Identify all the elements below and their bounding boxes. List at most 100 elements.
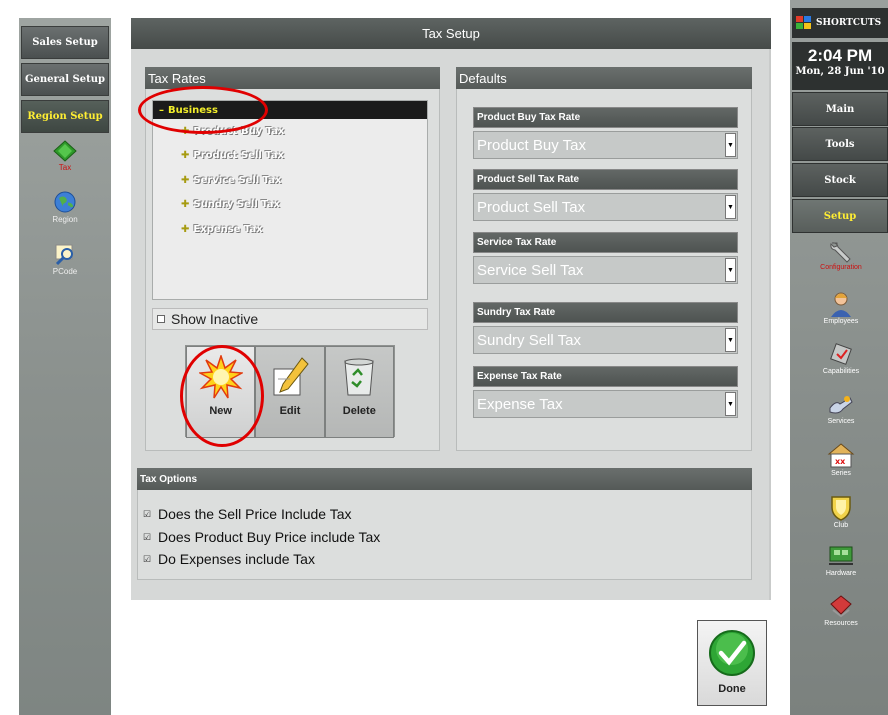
edit-button-label: Edit xyxy=(279,405,301,417)
select-value: Sundry Sell Tax xyxy=(477,331,581,349)
expense-tax-rate-select[interactable]: Expense Tax ▼ xyxy=(473,390,738,418)
services-label: Services xyxy=(827,418,855,425)
product-buy-tax-rate-select[interactable]: Product Buy Tax ▼ xyxy=(473,131,738,159)
tree-item[interactable]: ✚ Sundry Sell Tax xyxy=(153,193,427,218)
plus-icon: ✚ xyxy=(181,223,190,235)
club-item[interactable]: Club xyxy=(816,494,866,529)
tax-rates-tree[interactable]: – Business ✚ Product Buy Tax ✚ Product Sel… xyxy=(152,100,428,300)
services-item[interactable]: Services xyxy=(816,392,866,425)
chevron-down-icon[interactable]: ▼ xyxy=(725,258,736,282)
setup-button[interactable]: Setup xyxy=(792,199,888,233)
plus-icon: ✚ xyxy=(181,125,190,137)
option-label: Does the Sell Price Include Tax xyxy=(158,506,352,522)
sales-setup-button[interactable]: Sales Setup xyxy=(21,26,109,59)
pcode-icon xyxy=(55,244,73,266)
collapse-marker[interactable]: – xyxy=(159,105,164,116)
tree-item-label: Product Buy Tax xyxy=(193,125,285,137)
region-nav-label: Region xyxy=(52,215,78,224)
chevron-down-icon[interactable]: ▼ xyxy=(725,133,736,157)
tree-item-label: Service Sell Tax xyxy=(193,174,282,186)
tree-root-business[interactable]: – Business xyxy=(153,101,427,119)
tree-item[interactable]: ✚ Service Sell Tax xyxy=(153,168,427,193)
new-button-label: New xyxy=(209,405,232,417)
main-button[interactable]: Main xyxy=(792,92,888,126)
tree-item[interactable]: ✚ Product Sell Tax xyxy=(153,144,427,169)
capabilities-item[interactable]: Capabilities xyxy=(816,340,866,375)
general-setup-button[interactable]: General Setup xyxy=(21,63,109,96)
globe-icon xyxy=(54,191,76,213)
resources-label: Resources xyxy=(824,620,858,627)
tree-item[interactable]: ✚ Product Buy Tax xyxy=(153,119,427,144)
select-value: Product Buy Tax xyxy=(477,136,586,154)
product-sell-tax-rate-label: Product Sell Tax Rate xyxy=(473,169,738,190)
stock-button[interactable]: Stock xyxy=(792,163,888,197)
checkbox-checked[interactable]: ☑ xyxy=(143,554,152,564)
tree-item[interactable]: ✚ Expense Tax xyxy=(153,217,427,242)
plus-icon: ✚ xyxy=(181,199,190,211)
service-tax-rate-select[interactable]: Service Sell Tax ▼ xyxy=(473,256,738,284)
option-buy-price-includes-tax[interactable]: ☑ Does Product Buy Price include Tax xyxy=(143,529,380,545)
shortcuts-label: SHORTCUTS xyxy=(816,18,882,28)
chevron-down-icon[interactable]: ▼ xyxy=(725,195,736,219)
checkbox-checked[interactable]: ☑ xyxy=(143,532,152,542)
starburst-icon xyxy=(198,355,243,399)
configuration-label: Configuration xyxy=(820,264,862,271)
series-icon: xx xyxy=(827,443,855,468)
edit-button[interactable]: Edit xyxy=(255,346,325,438)
tools-button[interactable]: Tools xyxy=(792,127,888,161)
plus-icon: ✚ xyxy=(181,174,190,186)
shortcuts-header[interactable]: SHORTCUTS xyxy=(792,8,888,38)
clock: 2:04 PM Mon, 28 Jun '10 xyxy=(792,42,888,90)
option-label: Do Expenses include Tax xyxy=(158,551,315,567)
chevron-down-icon[interactable]: ▼ xyxy=(725,392,736,416)
checkbox-box[interactable] xyxy=(157,315,165,323)
option-expenses-include-tax[interactable]: ☑ Do Expenses include Tax xyxy=(143,551,315,567)
tax-icon xyxy=(53,140,77,162)
clock-date: Mon, 28 Jun '10 xyxy=(795,66,885,77)
select-value: Service Sell Tax xyxy=(477,261,584,279)
services-icon xyxy=(829,396,853,414)
service-tax-rate-label: Service Tax Rate xyxy=(473,232,738,253)
tax-nav-label: Tax xyxy=(58,163,72,172)
capabilities-icon xyxy=(830,343,852,365)
option-sell-price-includes-tax[interactable]: ☑ Does the Sell Price Include Tax xyxy=(143,506,352,522)
left-sidebar: Sales Setup General Setup Region Setup T… xyxy=(19,18,111,715)
tree-item-label: Expense Tax xyxy=(193,223,263,235)
done-button[interactable]: Done xyxy=(697,620,767,706)
sundry-tax-rate-label: Sundry Tax Rate xyxy=(473,302,738,323)
show-inactive-checkbox[interactable]: Show Inactive xyxy=(152,308,428,330)
tax-rate-actions: New Edit Delete xyxy=(185,345,395,438)
chevron-down-icon[interactable]: ▼ xyxy=(725,328,736,352)
new-button[interactable]: New xyxy=(186,346,256,438)
sundry-tax-rate-select[interactable]: Sundry Sell Tax ▼ xyxy=(473,326,738,354)
club-icon xyxy=(831,496,851,521)
tree-root-label: Business xyxy=(168,104,218,116)
tax-nav-item[interactable]: Tax xyxy=(41,140,89,172)
configuration-item[interactable]: Configuration xyxy=(816,240,866,271)
employees-label: Employees xyxy=(823,318,859,325)
done-label: Done xyxy=(718,683,746,695)
product-sell-tax-rate-select[interactable]: Product Sell Tax ▼ xyxy=(473,193,738,221)
window-title: Tax Setup xyxy=(131,18,771,49)
delete-button[interactable]: Delete xyxy=(324,346,394,438)
select-value: Expense Tax xyxy=(477,395,563,413)
hardware-item[interactable]: Hardware xyxy=(816,544,866,577)
pencil-icon xyxy=(273,357,309,396)
tax-rates-header: Tax Rates xyxy=(145,67,440,89)
region-setup-button[interactable]: Region Setup xyxy=(21,100,109,133)
delete-button-label: Delete xyxy=(342,405,376,417)
employees-item[interactable]: Employees xyxy=(816,290,866,325)
recycle-bin-icon xyxy=(344,358,374,396)
resources-item[interactable]: Resources xyxy=(816,592,866,627)
capabilities-label: Capabilities xyxy=(822,368,860,375)
pcode-nav-item[interactable]: PCode xyxy=(41,242,89,276)
expense-tax-rate-label: Expense Tax Rate xyxy=(473,366,738,387)
region-nav-item[interactable]: Region xyxy=(41,190,89,224)
checkbox-checked[interactable]: ☑ xyxy=(143,509,152,519)
employee-icon xyxy=(831,292,851,317)
shortcuts-icon xyxy=(796,16,811,29)
series-item[interactable]: xx Series xyxy=(816,442,866,477)
checkmark-icon xyxy=(709,630,755,676)
option-label: Does Product Buy Price include Tax xyxy=(158,529,381,545)
tree-item-label: Sundry Sell Tax xyxy=(193,199,280,211)
